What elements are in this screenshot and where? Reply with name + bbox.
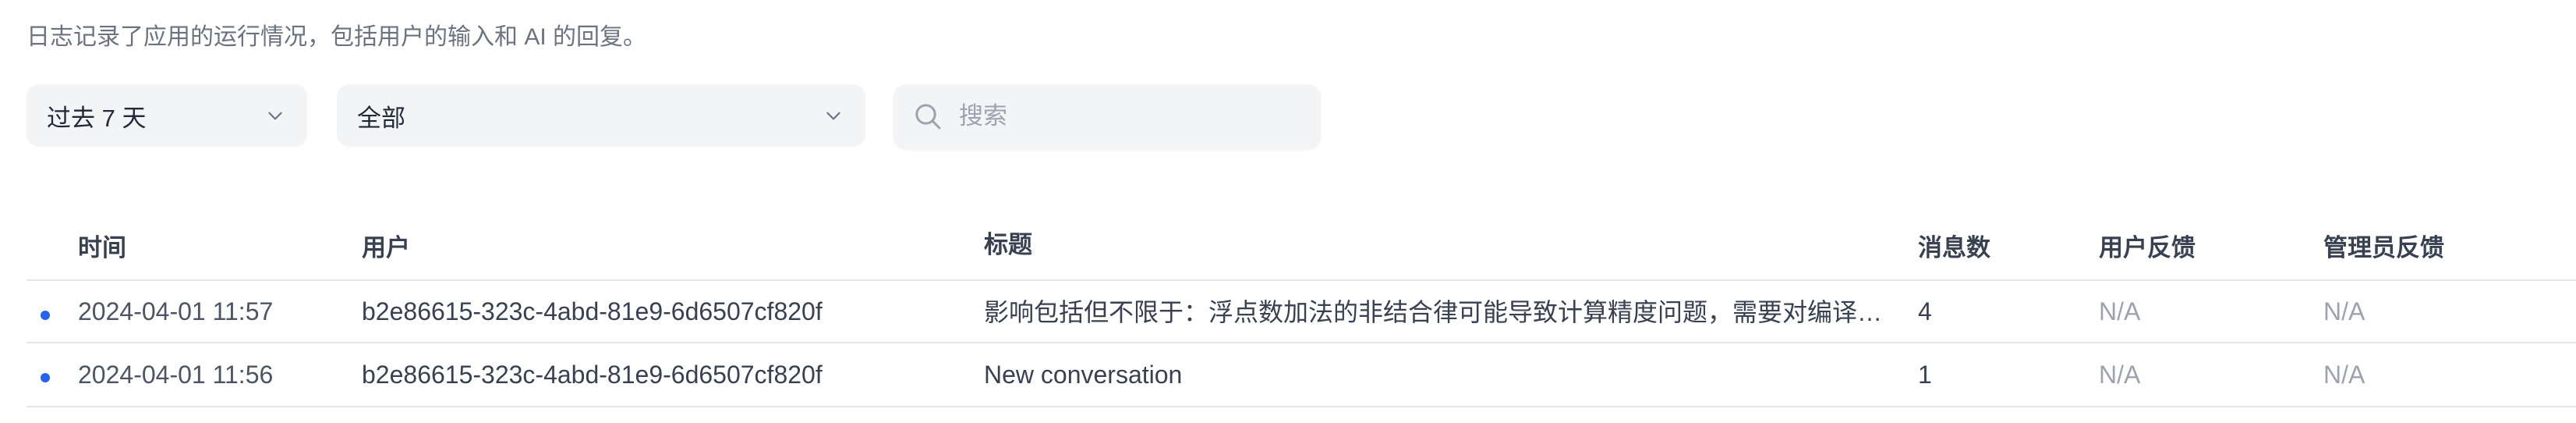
table-header-row: 时间 用户 标题 消息数 用户反馈 管理员反馈 (27, 211, 2576, 281)
search-box[interactable] (893, 84, 1321, 148)
cell-user-feedback: N/A (2099, 297, 2141, 325)
annotation-select-value: 全部 (357, 104, 405, 132)
unread-dot (41, 373, 50, 382)
table-row[interactable]: 2024-04-01 11:57 b2e86615-323c-4abd-81e9… (27, 281, 2576, 343)
period-select[interactable]: 过去 7 天 (27, 84, 307, 147)
column-header-time: 时间 (78, 233, 126, 261)
cell-title: 影响包括但不限于：浮点数加法的非结合律可能导致计算精度问题，需要对编译… (984, 298, 1883, 326)
cell-user: b2e86615-323c-4abd-81e9-6d6507cf820f (362, 297, 823, 325)
cell-message-count: 4 (1918, 297, 1932, 325)
cell-admin-feedback: N/A (2323, 297, 2365, 325)
cell-user: b2e86615-323c-4abd-81e9-6d6507cf820f (362, 360, 823, 389)
page-description: 日志记录了应用的运行情况，包括用户的输入和 AI 的回复。 (27, 24, 647, 50)
column-header-user-feedback: 用户反馈 (2099, 233, 2196, 261)
cell-user-feedback: N/A (2099, 360, 2141, 389)
chevron-down-icon (264, 104, 287, 127)
cell-time: 2024-04-01 11:56 (78, 360, 274, 389)
cell-title: New conversation (984, 361, 1183, 389)
search-input[interactable] (957, 101, 1304, 131)
column-header-message-count: 消息数 (1918, 233, 1990, 261)
logs-page: 日志记录了应用的运行情况，包括用户的输入和 AI 的回复。 过去 7 天 全部 … (0, 0, 2576, 423)
period-select-value: 过去 7 天 (47, 104, 147, 132)
cell-message-count: 1 (1918, 360, 1932, 389)
column-header-title: 标题 (984, 231, 1032, 258)
annotation-status-select[interactable]: 全部 (337, 84, 865, 147)
chevron-down-icon (822, 104, 845, 127)
column-header-admin-feedback: 管理员反馈 (2323, 233, 2444, 261)
cell-admin-feedback: N/A (2323, 360, 2365, 389)
unread-dot (41, 311, 50, 320)
logs-table: 时间 用户 标题 消息数 用户反馈 管理员反馈 2024-04-01 11:57… (27, 211, 2576, 407)
column-header-user: 用户 (362, 233, 410, 261)
search-icon (911, 99, 945, 133)
table-row[interactable]: 2024-04-01 11:56 b2e86615-323c-4abd-81e9… (27, 343, 2576, 407)
cell-time: 2024-04-01 11:57 (78, 297, 274, 325)
